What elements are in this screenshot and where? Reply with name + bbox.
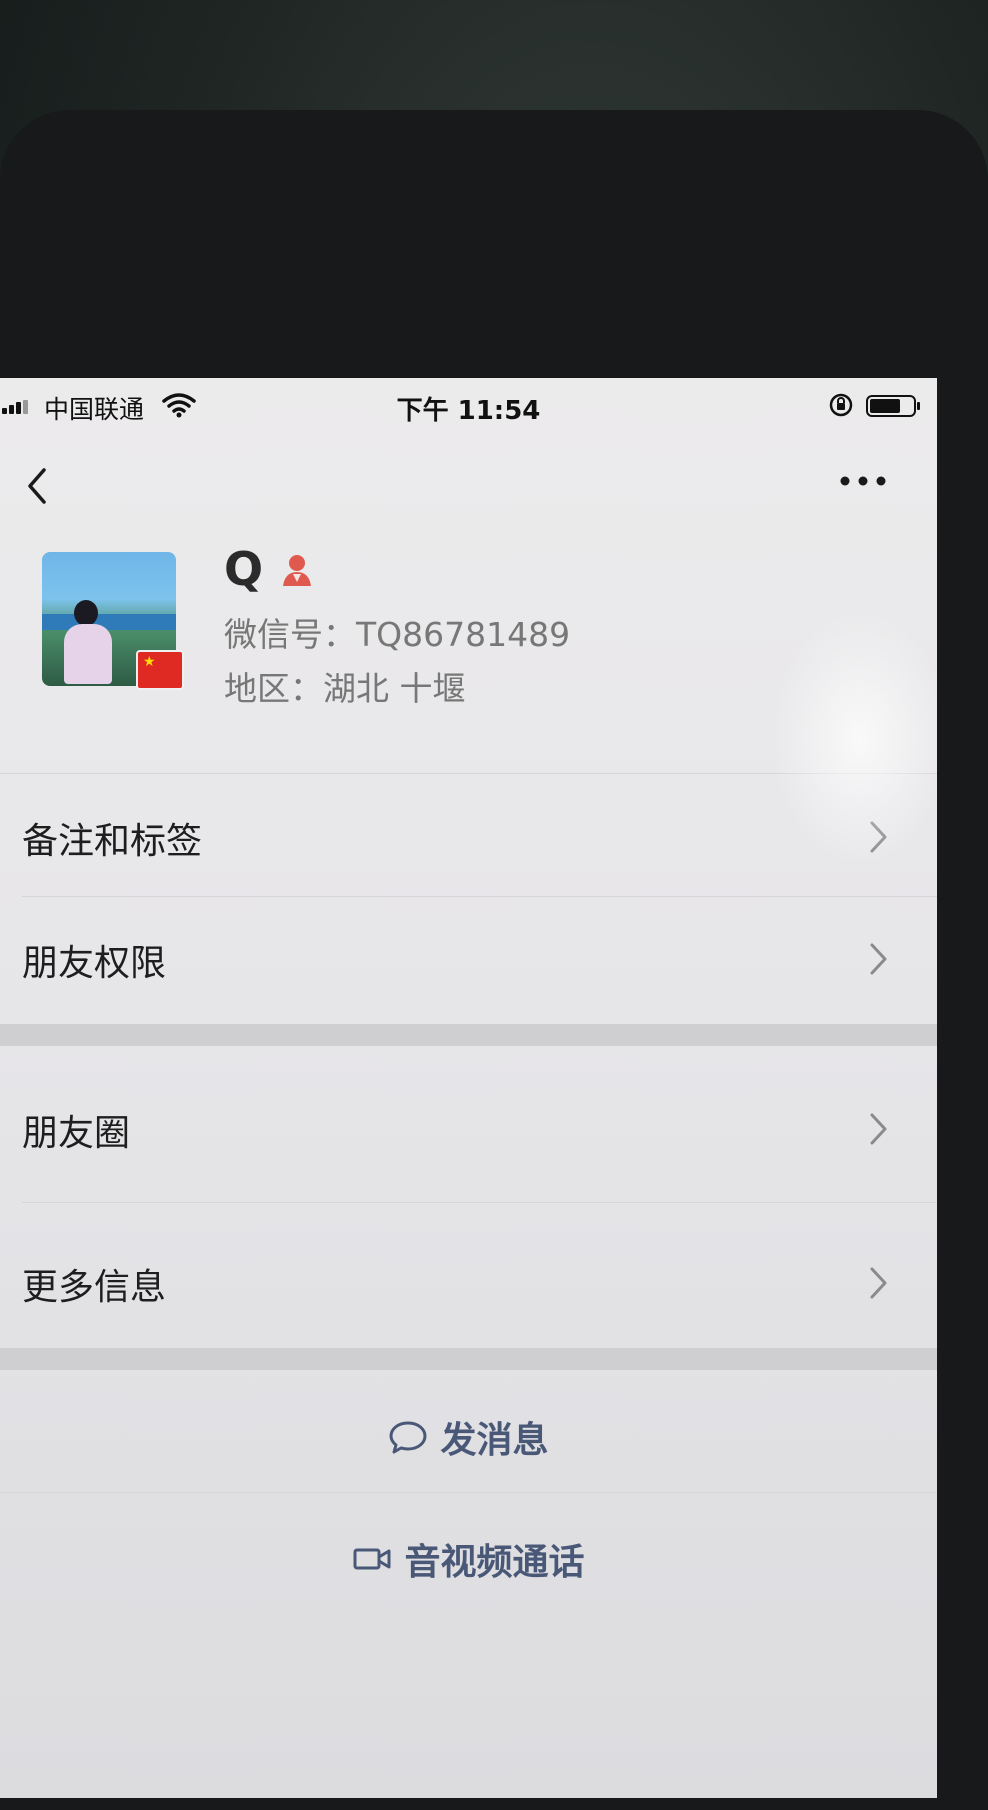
section-gap	[0, 1024, 937, 1046]
orientation-lock-icon	[829, 393, 853, 417]
menu-item-remark-tags[interactable]: 备注和标签	[0, 776, 937, 896]
divider	[22, 1202, 937, 1203]
chevron-right-icon	[870, 943, 887, 975]
video-camera-icon	[353, 1548, 391, 1570]
battery-icon	[866, 395, 920, 417]
divider	[0, 1492, 937, 1493]
chat-bubble-icon	[389, 1421, 427, 1454]
back-icon[interactable]	[22, 464, 52, 508]
menu-item-friend-permissions[interactable]: 朋友权限	[0, 898, 937, 1018]
video-call-label: 音视频通话	[404, 1542, 585, 1583]
divider	[22, 896, 937, 897]
menu-item-more-info[interactable]: 更多信息	[0, 1222, 937, 1342]
nickname: Q	[224, 542, 264, 596]
chevron-right-icon	[870, 1267, 887, 1299]
region: 地区：湖北 十堰	[224, 669, 466, 708]
send-message-button[interactable]: 发消息	[0, 1382, 937, 1492]
china-flag-icon: ★	[136, 650, 184, 690]
send-message-label: 发消息	[440, 1420, 549, 1461]
menu-item-moments[interactable]: 朋友圈	[0, 1068, 937, 1188]
menu-item-label: 更多信息	[22, 1267, 167, 1308]
wechat-id: 微信号：TQ86781489	[224, 615, 571, 654]
chevron-right-icon	[870, 821, 887, 853]
more-icon[interactable]	[838, 474, 888, 488]
section-gap	[0, 1348, 937, 1370]
status-bar: 中国联通 下午 11:54	[0, 378, 937, 430]
screen: 中国联通 下午 11:54 ★ Q 微信号：TQ86781489 地区：湖北 十…	[0, 378, 937, 1798]
menu-item-label: 朋友圈	[22, 1113, 131, 1154]
menu-item-label: 备注和标签	[22, 821, 203, 862]
menu-item-label: 朋友权限	[22, 943, 167, 984]
status-time: 下午 11:54	[396, 396, 541, 426]
chevron-right-icon	[870, 1113, 887, 1145]
video-call-button[interactable]: 音视频通话	[0, 1504, 937, 1614]
female-icon	[283, 555, 311, 586]
divider	[0, 773, 937, 774]
